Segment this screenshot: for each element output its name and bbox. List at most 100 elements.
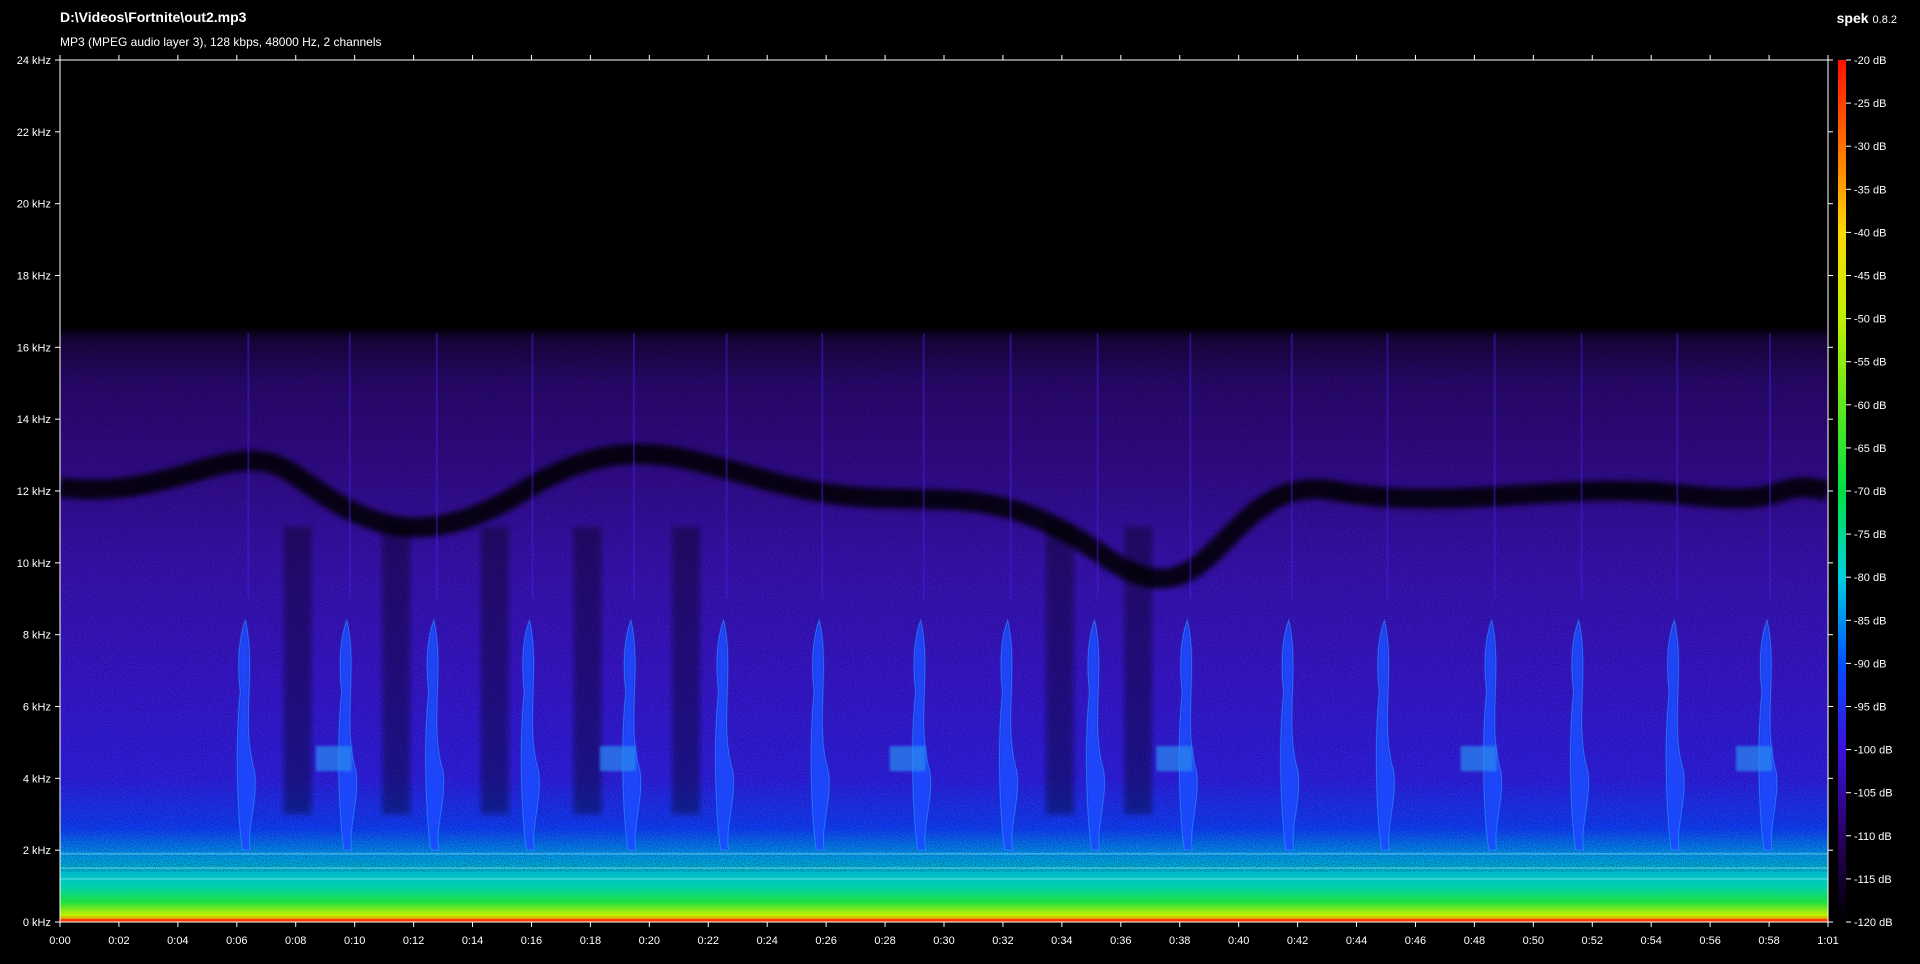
colorbar-label: -110 dB bbox=[1854, 831, 1892, 843]
burst-wisp bbox=[889, 746, 926, 772]
x-tick-label: 0:32 bbox=[992, 935, 1013, 947]
spectrogram-gap bbox=[672, 526, 701, 815]
burst-wisp bbox=[1460, 746, 1497, 772]
y-tick-label: 24 kHz bbox=[17, 55, 51, 67]
burst-transient bbox=[1009, 332, 1012, 599]
burst-transient bbox=[435, 332, 438, 599]
burst-transient bbox=[1189, 332, 1192, 599]
burst-transient bbox=[821, 332, 824, 599]
burst-transient bbox=[1290, 332, 1293, 599]
burst-transient bbox=[247, 332, 250, 599]
burst-wisp bbox=[1156, 746, 1193, 772]
x-tick-label: 0:54 bbox=[1640, 935, 1661, 947]
x-tick-label: 0:58 bbox=[1758, 935, 1779, 947]
x-tick-label: 0:16 bbox=[521, 935, 542, 947]
colorbar-label: -120 dB bbox=[1854, 917, 1893, 929]
x-tick-label: 0:44 bbox=[1346, 935, 1367, 947]
spectrogram-gap bbox=[1045, 526, 1074, 815]
x-tick-label: 0:22 bbox=[698, 935, 719, 947]
x-tick-label: 1:01 bbox=[1817, 935, 1838, 947]
burst-transient bbox=[1676, 332, 1679, 599]
x-tick-label: 0:00 bbox=[49, 935, 70, 947]
colorbar-label: -90 dB bbox=[1854, 658, 1886, 670]
colorbar-label: -105 dB bbox=[1854, 788, 1893, 800]
y-tick-label: 14 kHz bbox=[17, 414, 51, 426]
y-tick-label: 18 kHz bbox=[17, 271, 51, 283]
burst-transient bbox=[922, 332, 925, 599]
burst-transient bbox=[1580, 332, 1583, 599]
colorbar: -20 dB -25 dB -30 dB -35 dB -40 dB -45 dB -50 … bbox=[1838, 55, 1893, 929]
burst-wisp bbox=[315, 746, 352, 772]
spectrogram-band-line bbox=[60, 852, 1828, 855]
spectrogram-gap bbox=[573, 526, 602, 815]
x-tick-label: 0:26 bbox=[815, 935, 836, 947]
colorbar-label: -30 dB bbox=[1854, 141, 1886, 153]
x-tick-label: 0:12 bbox=[403, 935, 424, 947]
y-tick-label: 2 kHz bbox=[23, 845, 51, 857]
x-tick-label: 0:40 bbox=[1228, 935, 1249, 947]
y-tick-label: 22 kHz bbox=[17, 127, 51, 139]
spectrogram-gap bbox=[283, 526, 312, 815]
x-tick-label: 0:18 bbox=[580, 935, 601, 947]
spectrogram-gap bbox=[382, 526, 411, 815]
colorbar-label: -85 dB bbox=[1854, 615, 1886, 627]
x-tick-label: 0:24 bbox=[756, 935, 777, 947]
colorbar-label: -95 dB bbox=[1854, 702, 1886, 714]
burst-transient bbox=[725, 332, 728, 599]
y-tick-label: 6 kHz bbox=[23, 702, 51, 714]
colorbar-label: -55 dB bbox=[1854, 357, 1886, 369]
colorbar-label: -40 dB bbox=[1854, 227, 1886, 239]
x-tick-label: 0:52 bbox=[1582, 935, 1603, 947]
burst-transient bbox=[1769, 332, 1772, 599]
colorbar-label: -20 dB bbox=[1854, 55, 1886, 67]
y-tick-label: 8 kHz bbox=[23, 630, 51, 642]
x-tick-label: 0:38 bbox=[1169, 935, 1190, 947]
x-tick-label: 0:42 bbox=[1287, 935, 1308, 947]
x-tick-label: 0:46 bbox=[1405, 935, 1426, 947]
x-tick-label: 0:10 bbox=[344, 935, 365, 947]
burst-transient bbox=[348, 332, 351, 599]
colorbar-gradient bbox=[1838, 60, 1846, 922]
burst-wisp bbox=[1736, 746, 1773, 772]
burst-transient bbox=[1386, 332, 1389, 599]
spectrogram-gap bbox=[480, 526, 509, 815]
colorbar-label: -25 dB bbox=[1854, 98, 1886, 110]
y-tick-label: 0 kHz bbox=[23, 917, 51, 929]
colorbar-label: -65 dB bbox=[1854, 443, 1886, 455]
spectrogram-band-line bbox=[60, 867, 1828, 870]
burst-transient bbox=[531, 332, 534, 599]
spectrogram-plot bbox=[58, 60, 1831, 922]
spectrogram-chart: 0 kHz 2 kHz 4 kHz 6 kHz 8 kHz 10 kHz 12 kHz 14 … bbox=[17, 55, 1893, 947]
burst-transient bbox=[632, 332, 635, 599]
colorbar-label: -75 dB bbox=[1854, 529, 1886, 541]
burst-transient bbox=[1493, 332, 1496, 599]
x-tick-label: 0:08 bbox=[285, 935, 306, 947]
x-tick-label: 0:02 bbox=[108, 935, 129, 947]
x-tick-label: 0:14 bbox=[462, 935, 483, 947]
x-tick-label: 0:04 bbox=[167, 935, 188, 947]
colorbar-label: -35 dB bbox=[1854, 184, 1886, 196]
colorbar-label: -70 dB bbox=[1854, 486, 1886, 498]
burst-wisp bbox=[599, 746, 636, 772]
y-tick-label: 12 kHz bbox=[17, 486, 51, 498]
x-tick-label: 0:06 bbox=[226, 935, 247, 947]
x-tick-label: 0:30 bbox=[933, 935, 954, 947]
colorbar-label: -80 dB bbox=[1854, 572, 1886, 584]
x-tick-label: 0:50 bbox=[1523, 935, 1544, 947]
y-tick-label: 10 kHz bbox=[17, 558, 51, 570]
x-tick-label: 0:56 bbox=[1699, 935, 1720, 947]
y-tick-label: 16 kHz bbox=[17, 342, 51, 354]
spectrogram-gap bbox=[1124, 526, 1153, 815]
y-tick-label: 4 kHz bbox=[23, 773, 51, 785]
x-tick-label: 0:36 bbox=[1110, 935, 1131, 947]
x-tick-label: 0:20 bbox=[639, 935, 660, 947]
spectrogram-noise-texture bbox=[60, 325, 1828, 872]
spectrogram-band-line bbox=[60, 877, 1828, 880]
x-tick-label: 0:34 bbox=[1051, 935, 1072, 947]
x-tick-label: 0:28 bbox=[874, 935, 895, 947]
burst-transient bbox=[1096, 332, 1099, 599]
y-tick-label: 20 kHz bbox=[17, 199, 51, 211]
x-tick-label: 0:48 bbox=[1464, 935, 1485, 947]
colorbar-label: -45 dB bbox=[1854, 271, 1886, 283]
colorbar-label: -100 dB bbox=[1854, 745, 1893, 757]
